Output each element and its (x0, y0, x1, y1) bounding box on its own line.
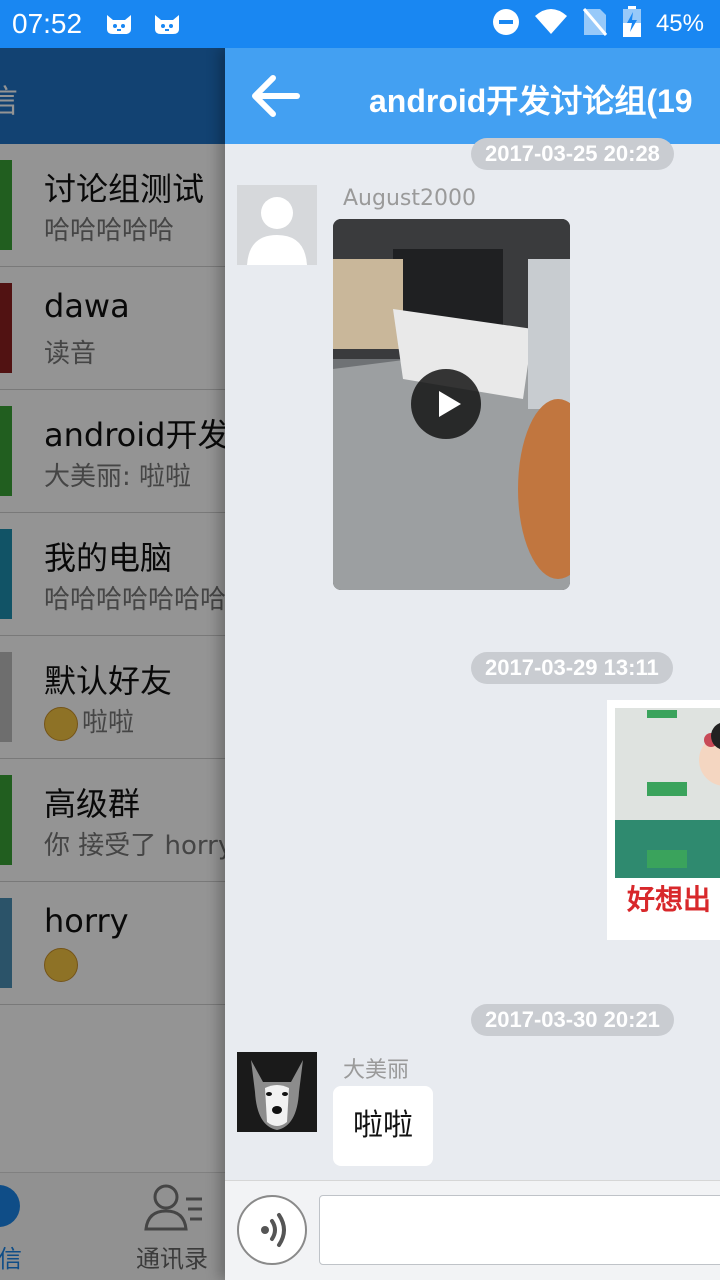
timestamp-pill: 2017-03-25 20:28 (471, 138, 674, 170)
avatar[interactable] (237, 1052, 317, 1132)
sender-name: August2000 (343, 186, 476, 211)
default-user-icon (247, 197, 307, 265)
message-input[interactable] (319, 1195, 720, 1265)
chat-panel: android开发讨论组(19 2017-03-25 20:28 August2… (225, 48, 720, 1280)
do-not-disturb-icon (492, 8, 520, 40)
status-time: 07:52 (12, 8, 83, 39)
voice-input-button[interactable] (237, 1195, 307, 1265)
cat-face-icon (152, 13, 182, 35)
cat-face-icon (104, 13, 134, 35)
text-message-bubble[interactable]: 啦啦 (333, 1086, 433, 1166)
chat-title: android开发讨论组(19 (369, 83, 693, 119)
timestamp-pill: 2017-03-29 13:11 (471, 652, 673, 684)
husky-avatar-image (237, 1052, 317, 1132)
status-icons: 45% (492, 0, 704, 48)
timestamp-pill: 2017-03-30 20:21 (471, 1004, 674, 1036)
sticker-message[interactable]: 好想出 (607, 700, 720, 940)
no-sim-icon (582, 7, 608, 41)
sender-name: 大美丽 (343, 1058, 410, 1083)
chat-input-bar (225, 1180, 720, 1280)
chat-header: android开发讨论组(19 (225, 48, 720, 144)
wifi-icon (534, 8, 568, 40)
video-message[interactable] (333, 219, 570, 590)
avatar[interactable] (237, 185, 317, 265)
voice-wave-icon (261, 1213, 286, 1247)
back-arrow-icon[interactable] (251, 74, 301, 118)
battery-percentage: 45% (655, 10, 704, 37)
sticker-caption: 好想出 (627, 883, 712, 916)
play-icon[interactable] (411, 369, 481, 439)
battery-charging-icon (622, 6, 642, 42)
status-bar: 07:52 45% (0, 0, 720, 48)
dim-overlay[interactable] (0, 48, 225, 1280)
